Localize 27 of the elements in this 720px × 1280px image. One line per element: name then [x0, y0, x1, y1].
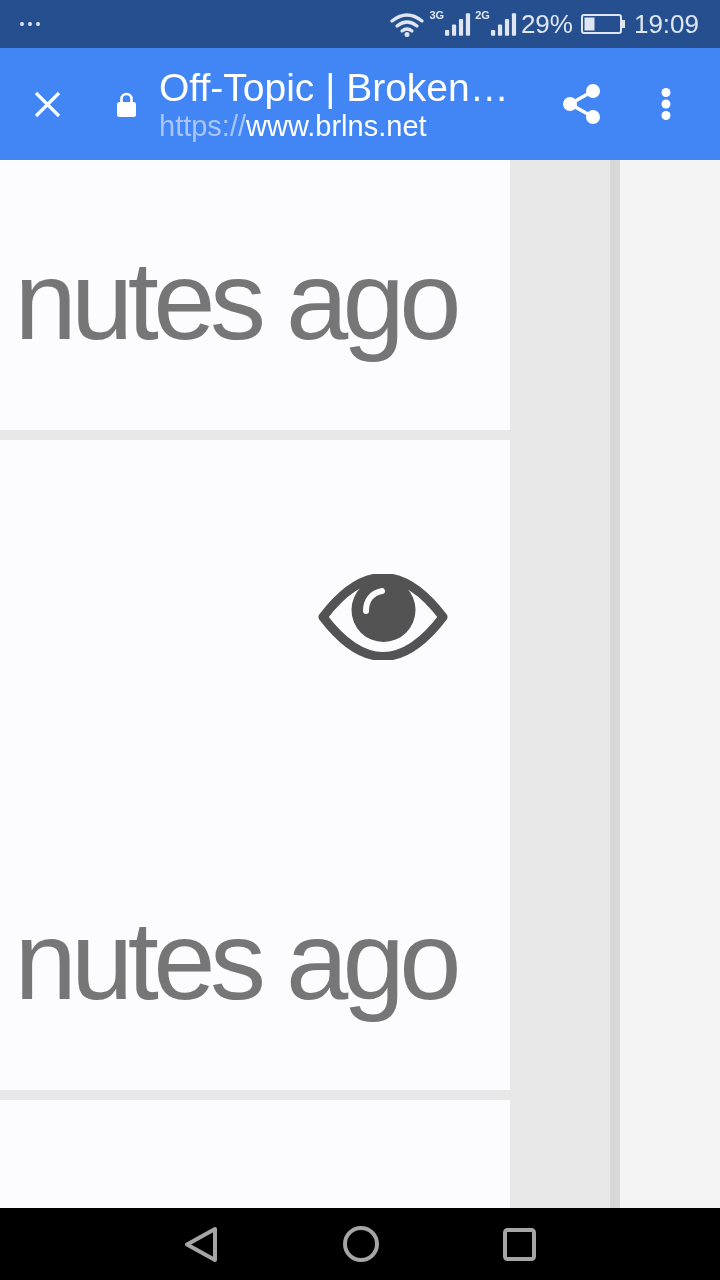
share-button[interactable] — [563, 84, 600, 124]
timestamp-text: nutes ago — [14, 896, 458, 1025]
close-button[interactable] — [34, 90, 61, 118]
recent-apps-icon — [503, 1227, 536, 1261]
lock-icon — [117, 91, 136, 117]
close-icon — [34, 90, 61, 118]
back-icon — [184, 1225, 219, 1263]
share-icon — [563, 84, 600, 124]
battery-icon — [580, 14, 625, 34]
url-scheme-text: https:// — [159, 110, 247, 142]
clock-text: 19:09 — [633, 11, 699, 37]
more-options-button[interactable] — [661, 88, 671, 120]
wifi-icon — [389, 11, 424, 37]
back-button[interactable] — [184, 1225, 219, 1263]
dots-icon — [20, 22, 40, 26]
timestamp-text: nutes ago — [14, 236, 458, 365]
home-button[interactable] — [343, 1226, 379, 1262]
network-type-label: 2G — [475, 9, 490, 21]
recent-apps-button[interactable] — [503, 1227, 536, 1261]
page-title: Off-Topic | Broken… — [159, 66, 510, 110]
network-type-label: 3G — [429, 9, 445, 21]
signal-bars-icon — [445, 12, 472, 36]
home-icon — [343, 1226, 379, 1262]
url-host-text: www.brlns.net — [246, 110, 427, 142]
battery-percent-text: 29% — [520, 11, 573, 37]
signal-bars-icon — [490, 12, 517, 36]
more-options-icon — [661, 88, 671, 120]
